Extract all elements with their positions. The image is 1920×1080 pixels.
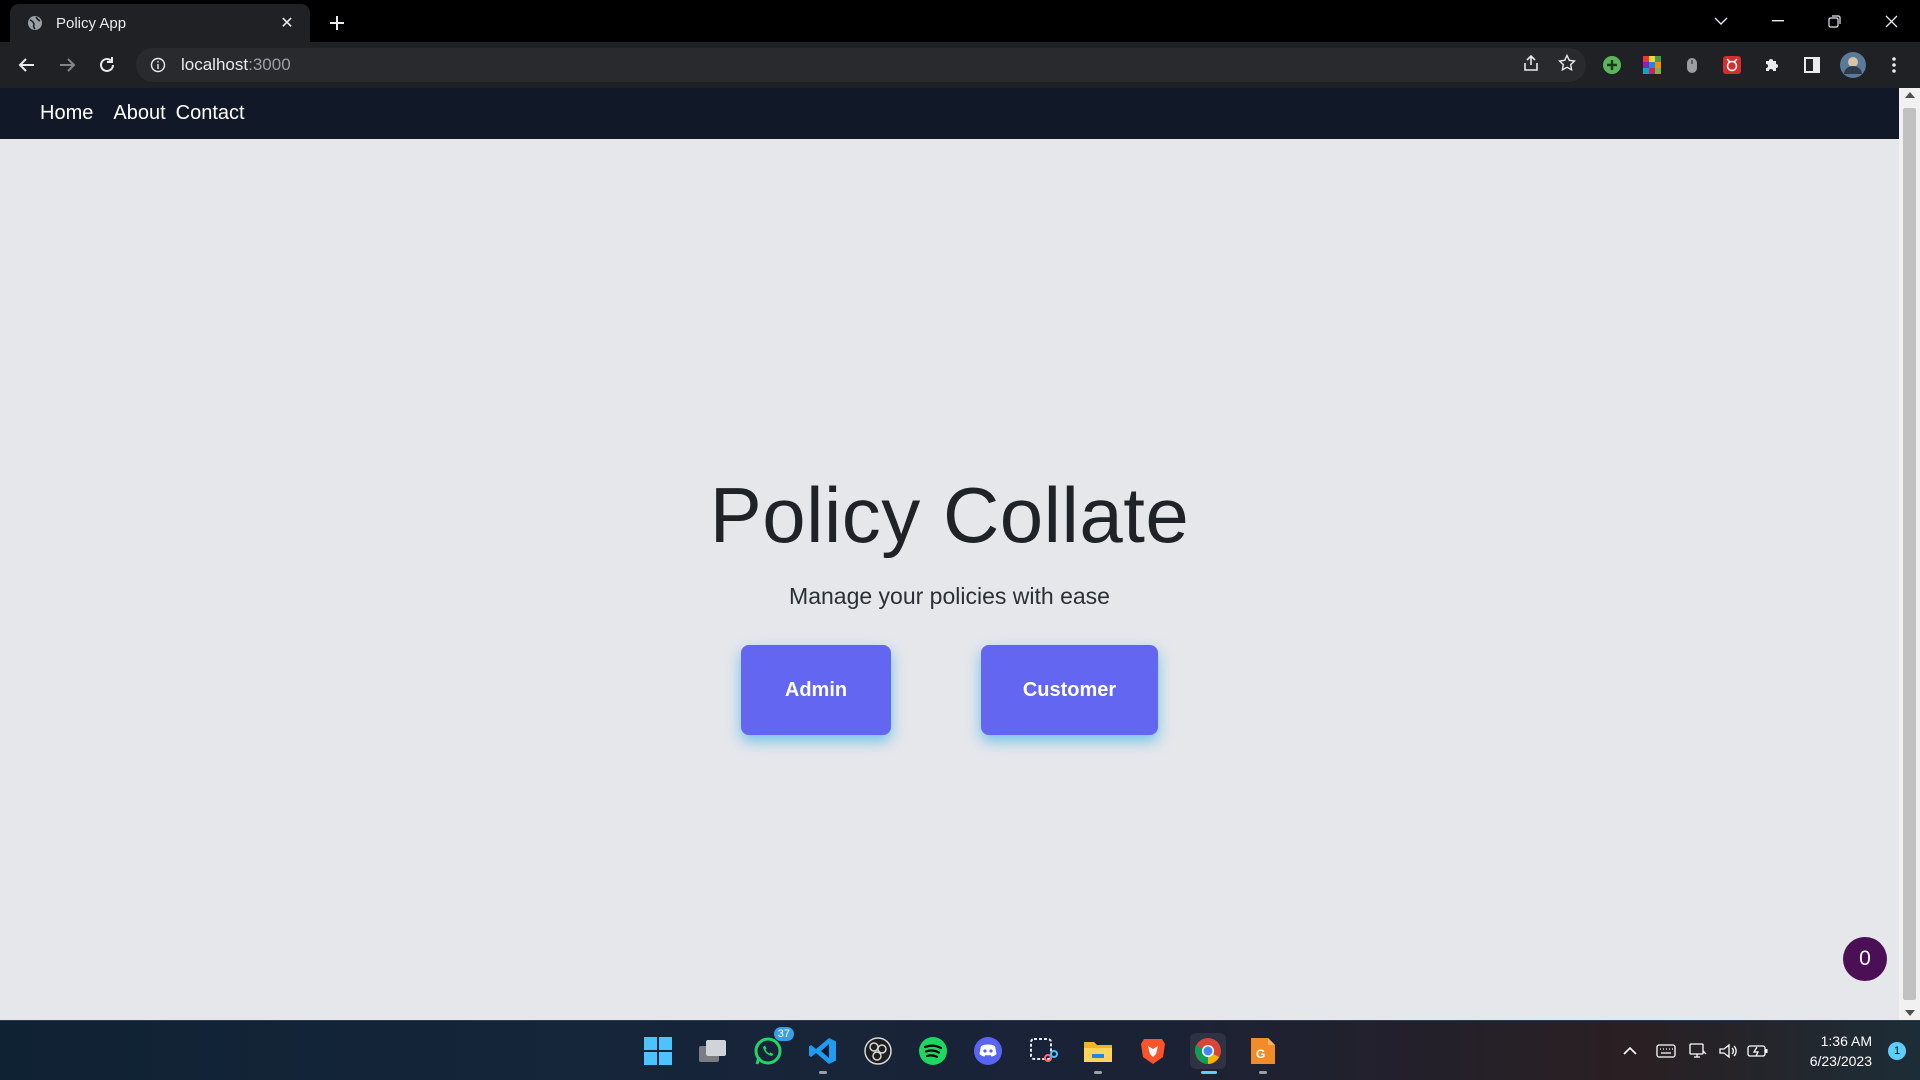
- extensions-puzzle-icon[interactable]: [1761, 54, 1783, 76]
- notification-count-badge[interactable]: 1: [1888, 1042, 1906, 1060]
- clock-date: 6/23/2023: [1809, 1053, 1872, 1069]
- show-hidden-icons-chevron-up-icon[interactable]: [1615, 1046, 1645, 1056]
- running-indicator: [1094, 1071, 1102, 1074]
- clock-time: 1:36 AM: [1820, 1033, 1872, 1049]
- keyboard-icon[interactable]: [1649, 1044, 1683, 1058]
- hero-subtitle: Manage your policies with ease: [789, 583, 1110, 609]
- obs-icon[interactable]: [860, 1033, 896, 1069]
- url-text: localhost:3000: [181, 55, 291, 74]
- scrollbar-thumb[interactable]: [1903, 108, 1916, 1000]
- tab-title: Policy App: [56, 14, 127, 32]
- chrome-icon[interactable]: [1190, 1033, 1226, 1074]
- spotify-icon[interactable]: [915, 1033, 951, 1069]
- browser-menu-icon[interactable]: [1883, 54, 1905, 76]
- running-indicator: [819, 1071, 827, 1074]
- side-panel-icon[interactable]: [1801, 54, 1823, 76]
- svg-text:G: G: [1256, 1047, 1265, 1061]
- new-tab-button[interactable]: [322, 8, 352, 38]
- scroll-down-arrow-icon[interactable]: [1905, 1010, 1915, 1016]
- customer-button[interactable]: Customer: [981, 645, 1158, 735]
- floating-count-badge[interactable]: 0: [1843, 937, 1887, 981]
- forward-icon[interactable]: [52, 50, 82, 80]
- taskbar-clock[interactable]: 1:36 AM 6/23/2023: [1810, 1031, 1872, 1071]
- discord-icon[interactable]: [970, 1033, 1006, 1069]
- pdf-app-icon[interactable]: G: [1245, 1033, 1281, 1074]
- address-bar[interactable]: localhost:3000: [136, 48, 1586, 82]
- extension-red-icon[interactable]: [1721, 54, 1743, 76]
- vscode-icon[interactable]: [805, 1033, 841, 1074]
- whatsapp-unread-badge: 37: [773, 1027, 794, 1041]
- running-indicator: [1259, 1071, 1267, 1074]
- bookmark-star-icon[interactable]: [1557, 53, 1577, 77]
- browser-tab-strip: Policy App ✕: [0, 0, 1920, 42]
- window-controls: [1692, 0, 1920, 42]
- browser-toolbar: localhost:3000: [0, 42, 1920, 88]
- restore-button[interactable]: [1806, 0, 1863, 42]
- globe-icon: [26, 14, 44, 32]
- profile-avatar[interactable]: [1840, 52, 1866, 78]
- network-icon[interactable]: [1683, 1042, 1713, 1060]
- reload-icon[interactable]: [92, 50, 122, 80]
- hero-section: Policy Collate Manage your policies with…: [0, 88, 1899, 1020]
- extension-color-grid-icon[interactable]: [1641, 54, 1663, 76]
- snipping-tool-icon[interactable]: [1025, 1033, 1061, 1069]
- close-tab-icon[interactable]: ✕: [274, 10, 300, 36]
- back-icon[interactable]: [12, 50, 42, 80]
- minimize-button[interactable]: [1749, 0, 1806, 42]
- task-view-icon[interactable]: [695, 1033, 731, 1069]
- brave-browser-icon[interactable]: [1135, 1033, 1171, 1069]
- site-info-icon[interactable]: [149, 56, 167, 74]
- close-window-button[interactable]: [1863, 0, 1920, 42]
- page-viewport: Home About Contact Policy Collate Manage…: [0, 88, 1899, 1020]
- hero-title: Policy Collate: [709, 471, 1190, 559]
- volume-icon[interactable]: [1713, 1042, 1743, 1060]
- share-icon[interactable]: [1522, 54, 1540, 77]
- file-explorer-icon[interactable]: [1080, 1033, 1116, 1074]
- windows-taskbar: 37 G 1:36 AM 6/23/2023 1: [0, 1020, 1920, 1080]
- scroll-up-arrow-icon[interactable]: [1905, 92, 1915, 98]
- active-app-indicator: [1201, 1071, 1217, 1074]
- system-tray: [1615, 1021, 1773, 1080]
- battery-charging-icon[interactable]: [1743, 1044, 1773, 1058]
- whatsapp-icon[interactable]: 37: [750, 1027, 794, 1069]
- extension-green-plus-icon[interactable]: [1601, 54, 1623, 76]
- admin-button[interactable]: Admin: [741, 645, 891, 735]
- start-windows-icon[interactable]: [640, 1033, 676, 1069]
- page-scrollbar[interactable]: [1899, 88, 1920, 1020]
- extension-mouse-icon[interactable]: [1681, 54, 1703, 76]
- tab-search-icon[interactable]: [1692, 0, 1749, 42]
- browser-tab[interactable]: Policy App ✕: [10, 4, 310, 42]
